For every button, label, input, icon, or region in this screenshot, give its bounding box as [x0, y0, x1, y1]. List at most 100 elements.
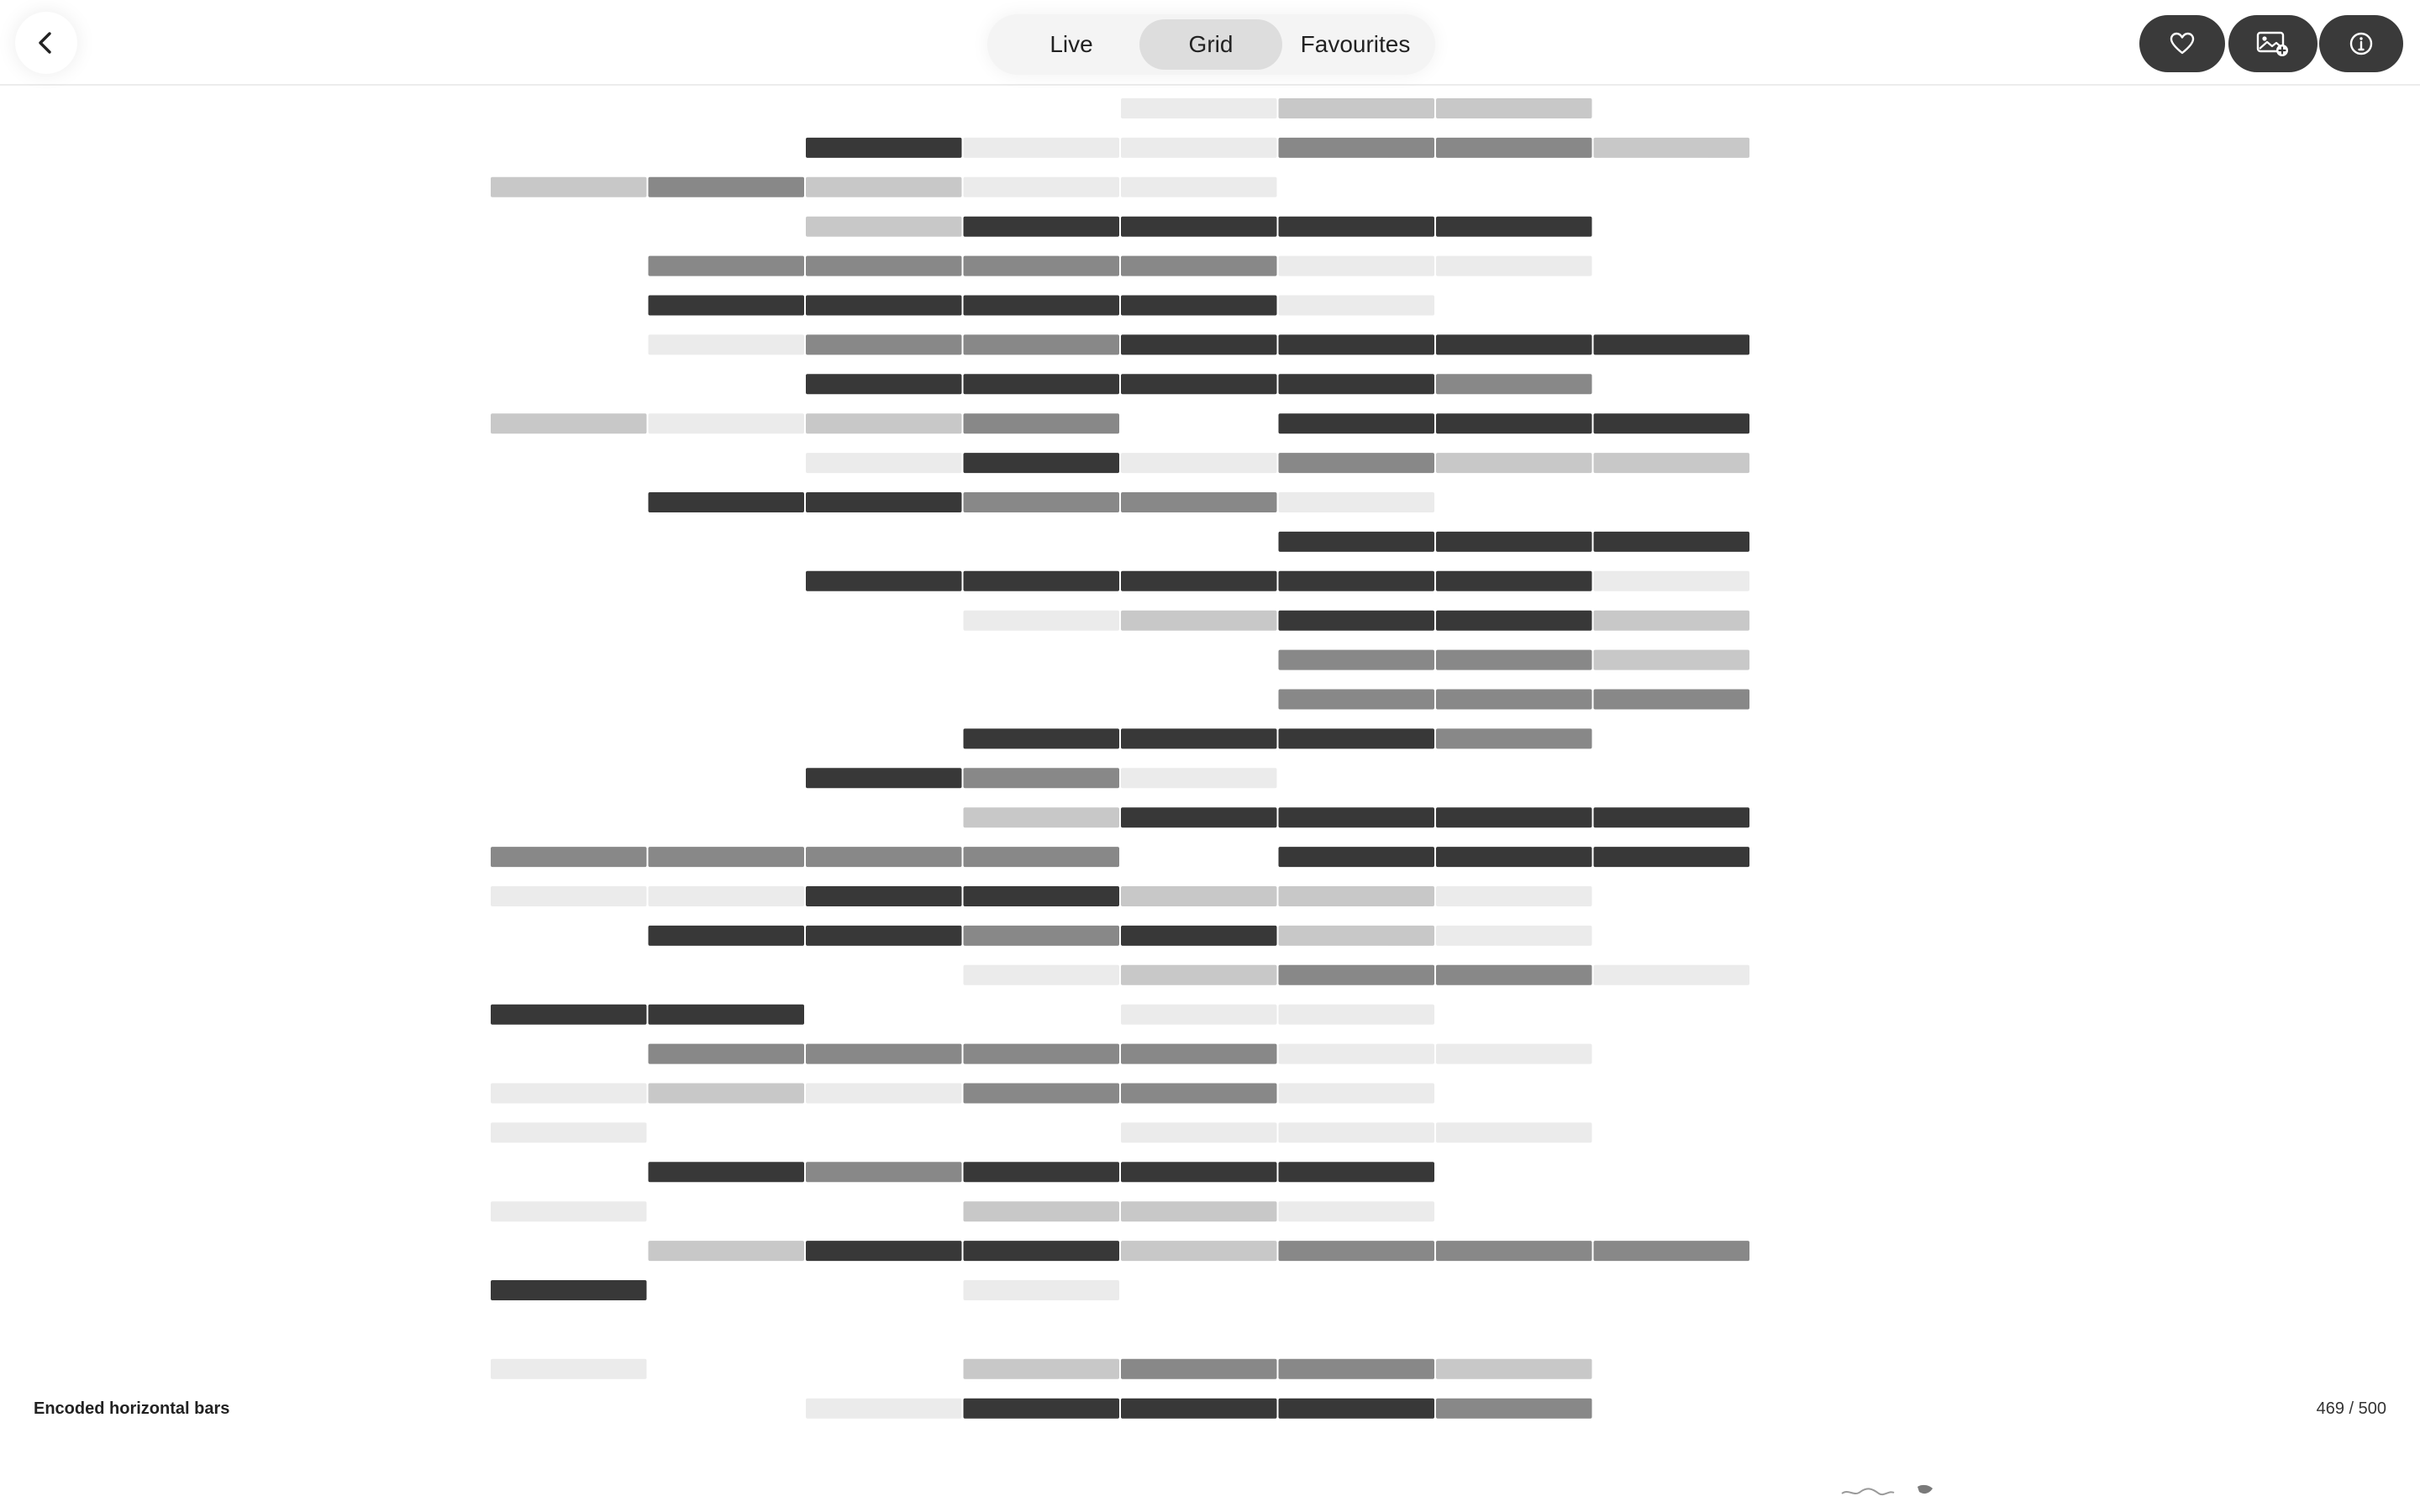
bar-segment [963, 1201, 1119, 1222]
bar-segment [648, 255, 804, 276]
bar-segment [1436, 453, 1592, 474]
bar-segment [806, 492, 962, 512]
bar-segment [1278, 1201, 1434, 1222]
bar-segment [1436, 925, 1592, 946]
bar-segment [806, 413, 962, 434]
bar-segment [1593, 453, 1749, 474]
bar-segment [1436, 570, 1592, 591]
bar-segment [1121, 1201, 1277, 1222]
bar-segment [963, 1358, 1119, 1379]
bar-segment [1436, 98, 1592, 118]
bar-segment [1121, 886, 1277, 906]
bar-segment [1121, 570, 1277, 591]
bar-segment [1593, 531, 1749, 552]
bar-segment [1278, 492, 1434, 512]
bar-segment [648, 1241, 804, 1262]
bar-segment [491, 1122, 647, 1143]
bar-segment [1121, 453, 1277, 474]
bar-segment [648, 886, 804, 906]
bar-segment [1593, 334, 1749, 355]
bar-segment [1278, 728, 1434, 749]
bar-segment [1278, 1162, 1434, 1183]
bar-segment [1121, 334, 1277, 355]
bar-segment [1278, 255, 1434, 276]
bar-segment [963, 453, 1119, 474]
bar-segment [1278, 649, 1434, 670]
bar-segment [1278, 137, 1434, 158]
bar-segment [963, 610, 1119, 631]
bar-segment [1593, 413, 1749, 434]
bar-segment [1278, 610, 1434, 631]
bar-segment [1436, 964, 1592, 985]
bar-segment [1278, 964, 1434, 985]
bar-segment [1593, 137, 1749, 158]
bar-segment [963, 768, 1119, 789]
bar-segment [1121, 1358, 1277, 1379]
bar-segment [1436, 374, 1592, 395]
bar-segment [648, 176, 804, 197]
bar-segment [491, 1201, 647, 1222]
bar-segment [963, 492, 1119, 512]
bar-segment [1121, 1122, 1277, 1143]
bar-segment [648, 295, 804, 316]
bar-segment [1278, 1043, 1434, 1064]
bar-segment [1436, 728, 1592, 749]
bar-segment [1593, 610, 1749, 631]
bar-segment [1121, 492, 1277, 512]
bar-segment [963, 176, 1119, 197]
bar-segment [491, 886, 647, 906]
bar-segment [1593, 570, 1749, 591]
bar-segment [1278, 413, 1434, 434]
bar-segment [1121, 295, 1277, 316]
bar-segment [1278, 216, 1434, 237]
bar-segment [491, 1004, 647, 1025]
artwork-canvas [491, 98, 1749, 1419]
bar-segment [648, 1083, 804, 1104]
bar-segment [1278, 1398, 1434, 1419]
bar-segment [1436, 137, 1592, 158]
bar-segment [1121, 807, 1277, 828]
bar-segment [1278, 98, 1434, 118]
bar-segment [806, 1398, 962, 1419]
bar-segment [806, 1043, 962, 1064]
bar-segment [1436, 649, 1592, 670]
bar-segment [806, 176, 962, 197]
bar-segment [806, 1162, 962, 1183]
bar-segment [1278, 847, 1434, 868]
bar-segment [1278, 807, 1434, 828]
bar-segment [1593, 689, 1749, 710]
bar-segment [806, 374, 962, 395]
bar-segment [806, 925, 962, 946]
bar-segment [1278, 1083, 1434, 1104]
bar-segment [491, 413, 647, 434]
bar-segment [1436, 689, 1592, 710]
bar-segment [963, 1241, 1119, 1262]
bar-segment [963, 1043, 1119, 1064]
bar-segment [1121, 374, 1277, 395]
bar-segment [806, 1241, 962, 1262]
bar-segment [806, 570, 962, 591]
bar-segment [963, 374, 1119, 395]
bar-segment [1121, 1241, 1277, 1262]
bar-segment [1121, 925, 1277, 946]
bar-segment [1278, 531, 1434, 552]
artist-signature [1841, 1484, 1933, 1496]
bar-segment [648, 925, 804, 946]
bar-segment [1121, 255, 1277, 276]
bar-segment [963, 334, 1119, 355]
bar-segment [1436, 610, 1592, 631]
bar-segment [806, 137, 962, 158]
bar-segment [1278, 295, 1434, 316]
bar-segment [1278, 886, 1434, 906]
bar-segment [1278, 925, 1434, 946]
bar-segment [1593, 649, 1749, 670]
bar-segment [491, 1083, 647, 1104]
bar-segment [963, 295, 1119, 316]
bar-segment [1436, 531, 1592, 552]
bar-segment [1121, 137, 1277, 158]
bar-segment [1121, 1162, 1277, 1183]
bar-segment [648, 1043, 804, 1064]
bar-segment [963, 570, 1119, 591]
bar-segment [806, 255, 962, 276]
bar-segment [963, 255, 1119, 276]
